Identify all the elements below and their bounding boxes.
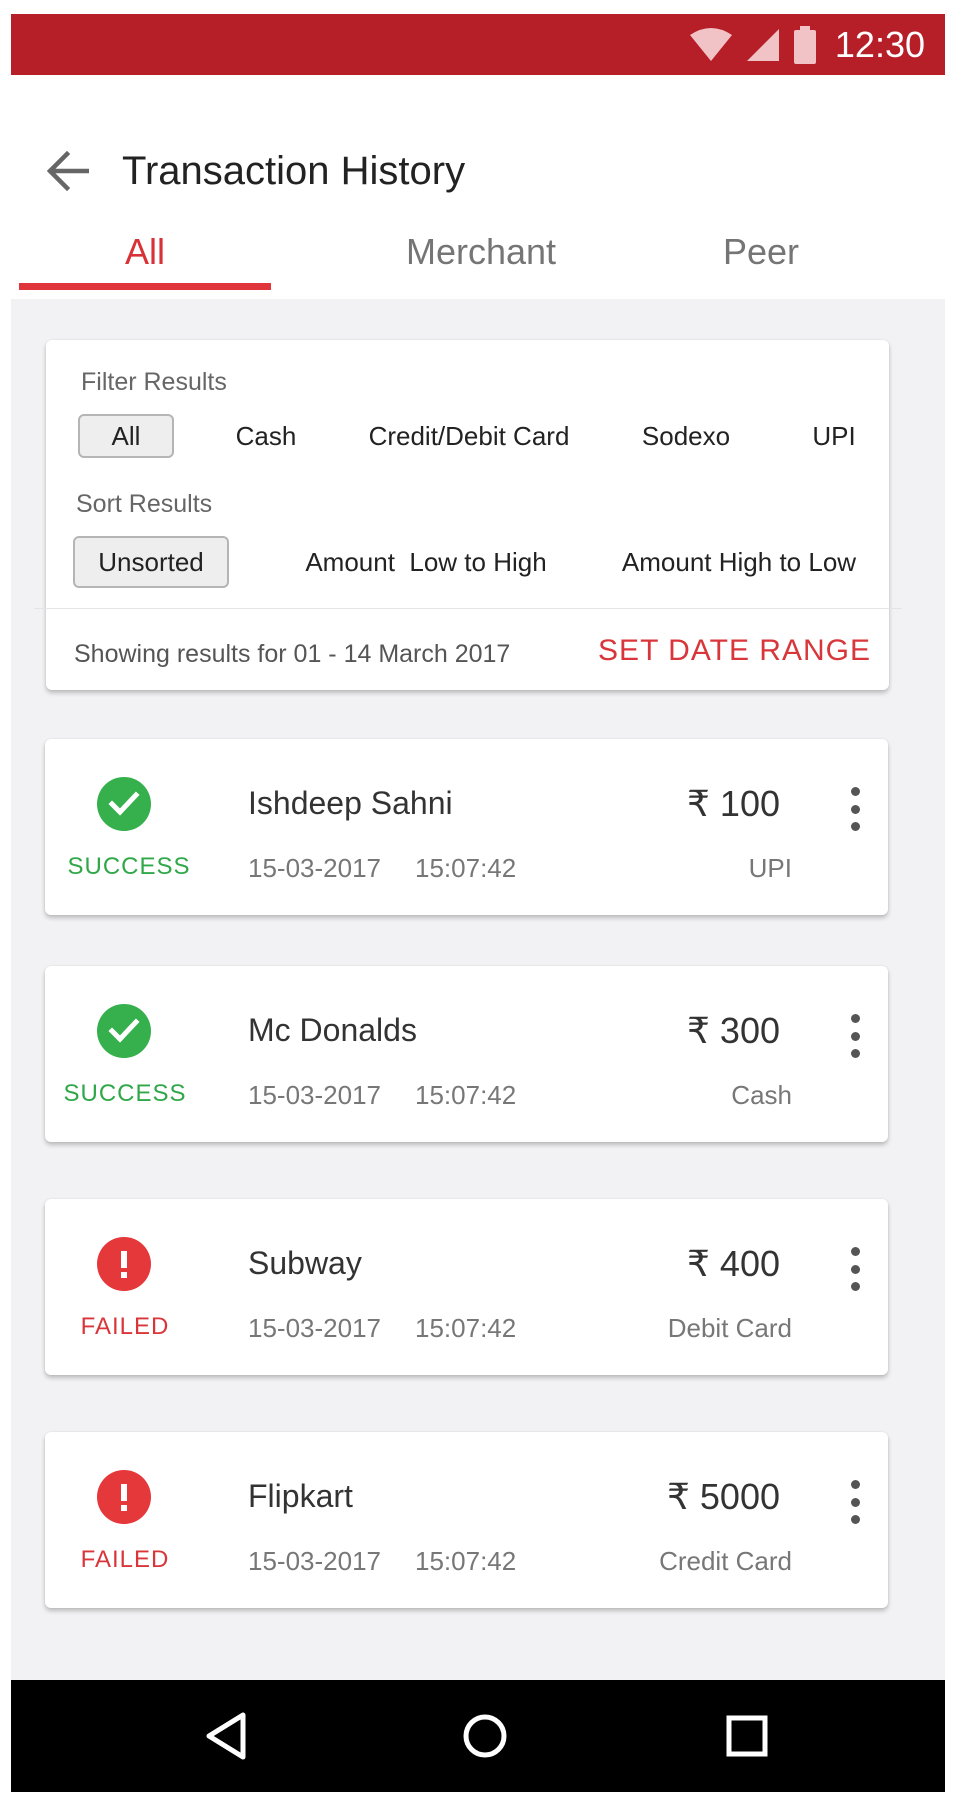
success-check-icon <box>97 1004 151 1058</box>
arrow-left-icon <box>46 151 89 191</box>
status-time: 12:30 <box>834 23 925 65</box>
sort-chip-unsorted[interactable]: Unsorted <box>73 536 229 588</box>
signal-icon <box>746 28 779 61</box>
filter-card: Filter Results All Cash Credit/Debit Car… <box>34 340 902 690</box>
transaction-name: Flipkart <box>248 1478 353 1514</box>
transaction-name: Mc Donalds <box>248 1012 417 1048</box>
date-range-text: Showing results for 01 - 14 March 2017 <box>74 640 511 668</box>
nav-home-icon[interactable] <box>455 1706 515 1766</box>
transaction-date: 15-03-2017 <box>248 1313 381 1343</box>
transaction-date: 15-03-2017 <box>248 1546 381 1576</box>
transaction-status: SUCCESS <box>67 853 191 880</box>
transaction-amount: ₹ 400 <box>687 1243 780 1284</box>
app-screen: 12:30 Transaction History All Merchant P… <box>11 14 945 1792</box>
transaction-method: Debit Card <box>667 1313 792 1343</box>
transaction-date: 15-03-2017 <box>248 1080 381 1110</box>
wifi-icon <box>689 27 732 61</box>
filter-chip-card[interactable]: Credit/Debit Card <box>366 414 572 458</box>
tab-merchant[interactable]: Merchant <box>361 215 601 299</box>
more-options-icon[interactable] <box>840 1014 870 1058</box>
more-options-icon[interactable] <box>840 1480 870 1524</box>
set-date-range-button[interactable]: SET DATE RANGE <box>598 634 871 668</box>
transaction-status: SUCCESS <box>63 1080 187 1107</box>
page-title: Transaction History <box>122 149 466 193</box>
system-nav-bar <box>11 1680 945 1792</box>
transaction-method: Cash <box>731 1080 792 1110</box>
sort-chip-low-to-high[interactable]: Amount Low to High <box>296 540 556 584</box>
transaction-time: 15:07:42 <box>415 853 517 883</box>
transaction-card[interactable]: SUCCESS Mc Donalds 15-03-2017 15:07:42 ₹… <box>45 966 888 1142</box>
sort-results-label: Sort Results <box>76 490 213 518</box>
transaction-amount: ₹ 300 <box>687 1010 780 1051</box>
tab-indicator <box>19 283 271 290</box>
transaction-amount: ₹ 5000 <box>667 1476 780 1517</box>
app-bar: Transaction History All Merchant Peer <box>11 75 945 299</box>
sort-chip-high-to-low[interactable]: Amount High to Low <box>614 540 864 584</box>
transaction-time: 15:07:42 <box>415 1080 517 1110</box>
transaction-amount: ₹ 100 <box>687 783 780 824</box>
status-icons: 12:30 <box>689 14 925 75</box>
more-options-icon[interactable] <box>840 787 870 831</box>
transaction-name: Subway <box>248 1245 362 1281</box>
transaction-time: 15:07:42 <box>415 1313 517 1343</box>
transaction-card[interactable]: SUCCESS Ishdeep Sahni 15-03-2017 15:07:4… <box>45 739 888 915</box>
transaction-status: FAILED <box>80 1313 170 1340</box>
failed-alert-icon <box>97 1470 151 1524</box>
transaction-method: Credit Card <box>659 1546 792 1576</box>
filter-results-label: Filter Results <box>81 368 227 396</box>
status-bar: 12:30 <box>11 14 945 75</box>
transaction-card[interactable]: FAILED Subway 15-03-2017 15:07:42 ₹ 400 … <box>45 1199 888 1375</box>
transaction-method: UPI <box>748 853 792 883</box>
failed-alert-icon <box>97 1237 151 1291</box>
back-button[interactable] <box>39 143 95 199</box>
more-options-icon[interactable] <box>840 1247 870 1291</box>
filter-chip-cash[interactable]: Cash <box>216 414 316 458</box>
transaction-name: Ishdeep Sahni <box>248 785 453 821</box>
filter-divider <box>34 608 902 609</box>
transaction-card[interactable]: FAILED Flipkart 15-03-2017 15:07:42 ₹ 50… <box>45 1432 888 1608</box>
filter-chip-sodexo[interactable]: Sodexo <box>636 414 736 458</box>
transaction-status: FAILED <box>80 1546 170 1573</box>
nav-recents-icon[interactable] <box>717 1706 777 1766</box>
tab-peer[interactable]: Peer <box>661 215 861 299</box>
filter-chip-all[interactable]: All <box>78 414 174 458</box>
filter-chip-upi[interactable]: UPI <box>804 414 864 458</box>
transaction-date: 15-03-2017 <box>248 853 381 883</box>
nav-back-icon[interactable] <box>197 1706 257 1766</box>
success-check-icon <box>97 777 151 831</box>
transaction-time: 15:07:42 <box>415 1546 517 1576</box>
battery-icon <box>793 25 816 64</box>
